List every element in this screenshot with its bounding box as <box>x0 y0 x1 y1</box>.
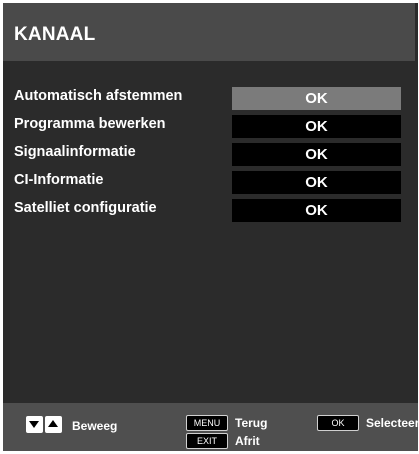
menu-item-ci-info[interactable]: CI-Informatie OK <box>3 171 415 194</box>
menu-item-label: Automatisch afstemmen <box>14 88 183 104</box>
arrow-up-icon <box>45 416 62 433</box>
menu-item-label: CI-Informatie <box>14 172 104 188</box>
back-hint: Terug <box>235 416 268 430</box>
ok-button[interactable]: OK <box>232 171 401 194</box>
ok-button[interactable]: OK <box>232 143 401 166</box>
exit-key-icon: EXIT <box>186 433 228 449</box>
menu-item-label: Programma bewerken <box>14 116 166 132</box>
move-hint: Beweeg <box>72 419 118 433</box>
arrow-down-icon <box>26 416 43 433</box>
exit-hint: Afrit <box>235 434 260 448</box>
menu-item-label: Signaalinformatie <box>14 144 136 160</box>
channel-menu-panel: KANAAL Automatisch afstemmen OK Programm… <box>3 3 419 451</box>
menu-key-icon: MENU <box>186 415 228 431</box>
page-title: KANAAL <box>14 24 96 45</box>
menu-item-satellite-config[interactable]: Satelliet configuratie OK <box>3 199 415 222</box>
key-help-bar: Beweeg MENU Terug OK Selecteer EXIT Afri… <box>3 403 419 451</box>
ok-button[interactable]: OK <box>232 115 401 138</box>
menu-item-label: Satelliet configuratie <box>14 200 157 216</box>
ok-button[interactable]: OK <box>232 199 401 222</box>
ok-button[interactable]: OK <box>232 87 401 110</box>
title-bar: KANAAL <box>3 3 415 61</box>
menu-item-signal-info[interactable]: Signaalinformatie OK <box>3 143 415 166</box>
menu-item-auto-tuning[interactable]: Automatisch afstemmen OK <box>3 87 415 110</box>
menu-item-program-edit[interactable]: Programma bewerken OK <box>3 115 415 138</box>
select-hint: Selecteer <box>366 416 419 430</box>
ok-key-icon: OK <box>317 415 359 431</box>
